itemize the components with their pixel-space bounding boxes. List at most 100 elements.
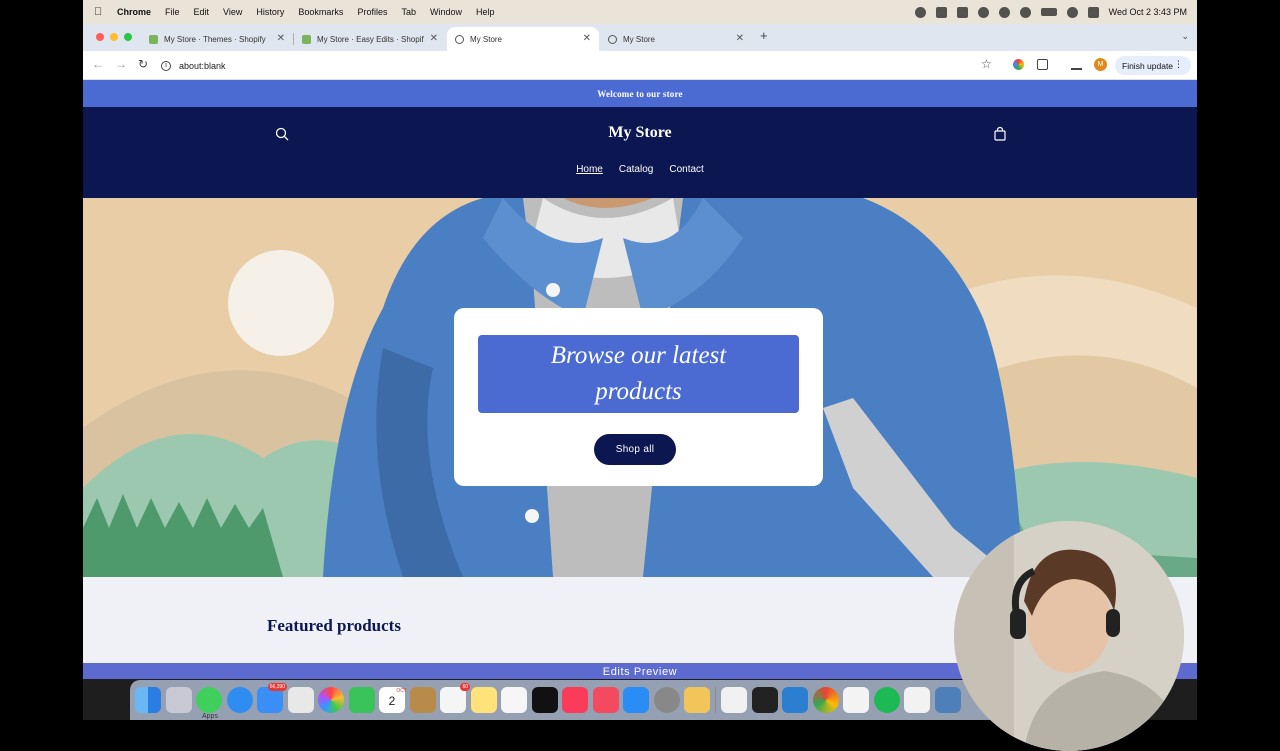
finish-update-button[interactable]: Finish update ⋮ [1115, 56, 1191, 75]
close-tab-icon[interactable]: ✕ [736, 33, 744, 44]
menu-profiles[interactable]: Profiles [357, 7, 387, 17]
browser-tab-strip: My Store · Themes · Shopify ✕ My Store ·… [83, 24, 1197, 51]
browser-toolbar: ← → ↻ i about:blank ☆ M Finish update ⋮ [83, 51, 1197, 80]
vscode-icon[interactable] [782, 687, 808, 713]
forward-arrow-icon[interactable]: → [115, 57, 127, 71]
terminal-icon[interactable] [751, 687, 778, 713]
contacts-icon[interactable] [409, 687, 436, 713]
status-app-icon[interactable] [914, 6, 926, 18]
apple-tv-icon[interactable] [531, 687, 558, 713]
photos-icon[interactable] [318, 687, 344, 713]
webcam-overlay [954, 521, 1184, 751]
app-store-icon[interactable] [623, 687, 649, 713]
close-tab-icon[interactable]: ✕ [430, 33, 438, 44]
nav-home[interactable]: Home [576, 164, 603, 175]
mail-badge: 66,390 [267, 683, 287, 691]
search-icon[interactable] [1066, 6, 1078, 18]
slack-icon[interactable] [904, 687, 930, 713]
freeform-icon[interactable] [501, 687, 527, 713]
store-nav: Home Catalog Contact [83, 164, 1197, 175]
chrome-icon[interactable] [812, 687, 839, 713]
hero-heading-line: products [595, 378, 682, 405]
tab-my-store-active[interactable]: My Store ✕ [447, 27, 599, 51]
announcement-text: Welcome to our store [597, 88, 683, 99]
reminders-badge: 60 [460, 683, 470, 691]
menu-help[interactable]: Help [476, 7, 495, 17]
globe-icon [608, 34, 617, 44]
address-bar[interactable]: i about:blank [161, 56, 226, 75]
status-app-icon[interactable] [956, 6, 968, 18]
reminders-icon[interactable]: 60 [440, 683, 470, 713]
finish-update-label: Finish update [1122, 60, 1174, 71]
mac-menubar:  Chrome File Edit View History Bookmark… [83, 0, 1197, 24]
hero-heading: Browse our latest products [478, 335, 799, 413]
messages-icon[interactable] [196, 687, 222, 713]
postgres-icon[interactable] [934, 687, 961, 713]
system-settings-icon[interactable] [653, 687, 680, 713]
globe-icon [455, 34, 464, 44]
mail-icon[interactable]: 66,390 [257, 683, 287, 713]
menu-file[interactable]: File [165, 7, 180, 17]
calendar-icon[interactable]: OCT 2 [379, 687, 407, 713]
textedit-icon[interactable] [721, 687, 747, 713]
menu-app-name[interactable]: Chrome [117, 7, 151, 17]
reload-icon[interactable]: ↻ [138, 57, 148, 71]
info-icon[interactable]: i [161, 60, 171, 71]
store-title[interactable]: My Store [83, 124, 1197, 142]
finder-icon[interactable] [135, 687, 161, 713]
tab-shopify-themes[interactable]: My Store · Themes · Shopify ✕ [141, 27, 294, 51]
gear-icon[interactable] [977, 6, 989, 18]
menu-tab[interactable]: Tab [401, 7, 416, 17]
bookmark-star-icon[interactable]: ☆ [981, 57, 992, 71]
pineapple-app-icon[interactable] [684, 687, 710, 713]
extension-icon[interactable] [1013, 59, 1024, 70]
hero-card: Browse our latest products Shop all [454, 308, 823, 486]
menu-view[interactable]: View [223, 7, 242, 17]
menu-history[interactable]: History [256, 7, 284, 17]
cart-icon[interactable] [993, 127, 1007, 141]
control-center-icon[interactable] [1087, 6, 1099, 18]
nav-catalog[interactable]: Catalog [619, 164, 653, 175]
play-icon[interactable] [1019, 6, 1031, 18]
tab-my-store[interactable]: My Store ✕ [600, 27, 752, 51]
shopify-icon [302, 34, 311, 44]
zoom-window-button[interactable] [124, 33, 132, 41]
new-tab-button[interactable]: + [760, 28, 768, 43]
wifi-icon[interactable] [998, 6, 1010, 18]
mongodb-icon[interactable] [843, 687, 869, 713]
minimize-window-button[interactable] [110, 33, 118, 41]
tab-shopify-easy-edits[interactable]: My Store · Easy Edits · Shopif ✕ [294, 27, 446, 51]
menu-bookmarks[interactable]: Bookmarks [298, 7, 343, 17]
shopify-icon [149, 34, 158, 44]
dock-divider [714, 687, 717, 713]
menubar-clock[interactable]: Wed Oct 2 3:43 PM [1109, 7, 1187, 17]
download-icon[interactable] [1071, 59, 1082, 70]
address-bar-url[interactable]: about:blank [179, 61, 226, 71]
battery-icon[interactable] [1040, 8, 1057, 16]
safari-icon[interactable] [226, 687, 253, 713]
profile-avatar[interactable]: M [1094, 58, 1107, 71]
maps-icon[interactable] [287, 687, 314, 713]
dock-apps-label: Apps [202, 713, 218, 720]
spotify-icon[interactable] [873, 687, 900, 713]
notes-icon[interactable] [470, 687, 497, 713]
music-icon[interactable] [562, 687, 588, 713]
close-window-button[interactable] [96, 33, 104, 41]
menu-edit[interactable]: Edit [194, 7, 210, 17]
nav-contact[interactable]: Contact [669, 164, 703, 175]
apple-icon[interactable]:  [94, 6, 104, 18]
status-app-icon[interactable] [935, 6, 947, 18]
calendar-day: 2 [388, 694, 396, 708]
close-tab-icon[interactable]: ✕ [277, 33, 285, 44]
menu-window[interactable]: Window [430, 7, 462, 17]
launchpad-icon[interactable] [165, 687, 192, 713]
close-tab-icon[interactable]: ✕ [583, 33, 591, 44]
shop-all-button[interactable]: Shop all [594, 434, 676, 465]
back-arrow-icon[interactable]: ← [92, 57, 104, 71]
tab-title: My Store · Themes · Shopify [164, 34, 266, 44]
facetime-icon[interactable] [348, 687, 375, 713]
extensions-puzzle-icon[interactable] [1037, 59, 1048, 70]
news-icon[interactable] [592, 687, 619, 713]
tab-search-icon[interactable]: ⌄ [1181, 31, 1189, 42]
tab-title: My Store · Easy Edits · Shopif [317, 34, 424, 44]
